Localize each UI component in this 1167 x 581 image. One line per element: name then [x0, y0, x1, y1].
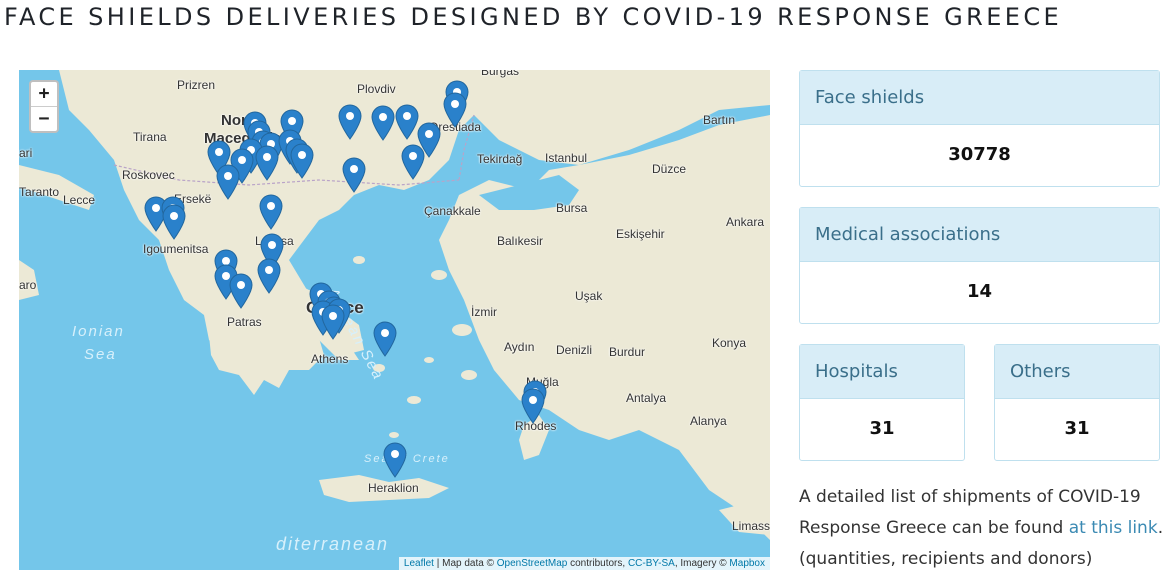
label-crotone: aro [19, 278, 37, 292]
map-basemap [19, 70, 770, 570]
leaflet-link[interactable]: Leaflet [404, 558, 434, 569]
description-note: (quantities, recipients and donors) [799, 549, 1093, 569]
delivery-marker[interactable] [443, 92, 467, 128]
label-canakkale: Çanakkale [424, 204, 481, 218]
medical-associations-card: Medical associations 14 [799, 207, 1160, 324]
medical-associations-label: Medical associations [800, 208, 1159, 262]
label-tekirdag: Tekirdağ [477, 152, 523, 166]
map-attribution: Leaflet | Map data © OpenStreetMap contr… [398, 557, 770, 570]
label-denizli: Denizli [556, 343, 593, 357]
delivery-marker[interactable] [229, 273, 253, 309]
hospitals-value: 31 [869, 418, 895, 439]
mapbox-link[interactable]: Mapbox [729, 558, 765, 569]
label-burgas: Burgas [481, 70, 520, 78]
label-tirana: Tirana [133, 130, 167, 144]
delivery-marker[interactable] [383, 442, 407, 478]
label-igoumenitsa: Igoumenitsa [143, 242, 209, 256]
delivery-marker[interactable] [521, 388, 545, 424]
license-link[interactable]: CC-BY-SA [628, 558, 675, 569]
delivery-marker[interactable] [290, 143, 314, 179]
label-bari: ari [19, 146, 33, 160]
osm-link[interactable]: OpenStreetMap [497, 558, 568, 569]
face-shields-value: 30778 [948, 144, 1011, 165]
hospitals-card: Hospitals 31 [799, 344, 965, 461]
label-balikesir: Balıkesir [497, 234, 544, 248]
attribution-text-3: , Imagery © [674, 558, 730, 569]
label-ankara: Ankara [726, 215, 765, 229]
label-mediterranean: diterranean [276, 534, 390, 554]
delivery-marker[interactable] [373, 321, 397, 357]
label-roskovec: Roskovec [122, 168, 175, 182]
label-lecce: Lecce [63, 193, 96, 207]
shipments-list-link[interactable]: at this link [1069, 518, 1158, 538]
shipments-description: A detailed list of shipments of COVID-19… [799, 482, 1164, 575]
label-konya: Konya [712, 336, 747, 350]
label-bursa: Bursa [556, 201, 588, 215]
label-aydin: Aydın [504, 340, 535, 354]
label-burdur: Burdur [609, 345, 646, 359]
face-shields-label: Face shields [800, 71, 1159, 125]
attribution-text-1: | Map data © [433, 558, 497, 569]
face-shields-card: Face shields 30778 [799, 70, 1160, 187]
label-duzce: Düzce [652, 162, 687, 176]
hospitals-label: Hospitals [800, 345, 964, 399]
zoom-in-button[interactable]: + [31, 82, 57, 106]
label-prizren: Prizren [177, 78, 216, 92]
label-ionian-sea: Sea [84, 346, 117, 363]
delivery-map[interactable]: Burgas Prizren Plovdiv North Macedonia T… [19, 70, 770, 570]
label-plovdiv: Plovdiv [357, 82, 396, 96]
delivery-marker[interactable] [338, 104, 362, 140]
label-athens: Athens [311, 352, 349, 366]
label-bartin: Bartın [703, 113, 736, 127]
delivery-marker[interactable] [401, 144, 425, 180]
others-value: 31 [1064, 418, 1090, 439]
label-heraklion: Heraklion [368, 481, 419, 495]
others-label: Others [995, 345, 1159, 399]
label-izmir: İzmir [471, 305, 497, 319]
zoom-out-button[interactable]: − [31, 106, 57, 131]
label-taranto: Taranto [19, 185, 60, 199]
delivery-marker[interactable] [395, 104, 419, 140]
delivery-marker[interactable] [162, 204, 186, 240]
label-antalya: Antalya [626, 391, 667, 405]
label-usak: Uşak [575, 289, 603, 303]
delivery-marker[interactable] [321, 304, 345, 340]
others-card: Others 31 [994, 344, 1160, 461]
page-title: FACE SHIELDS DELIVERIES DESIGNED BY COVI… [4, 3, 1063, 31]
label-alanya: Alanya [690, 414, 727, 428]
delivery-marker[interactable] [342, 157, 366, 193]
delivery-marker[interactable] [257, 258, 281, 294]
delivery-marker[interactable] [255, 145, 279, 181]
label-patras: Patras [227, 315, 262, 329]
delivery-marker[interactable] [259, 194, 283, 230]
label-ionian: Ionian [72, 323, 125, 340]
label-limassol: Limass [732, 519, 770, 533]
delivery-marker[interactable] [371, 105, 395, 141]
attribution-text-2: contributors, [567, 558, 628, 569]
zoom-control: + − [29, 80, 59, 133]
label-eskisehir: Eskişehir [616, 227, 665, 241]
medical-associations-value: 14 [966, 281, 993, 302]
label-istanbul: Istanbul [545, 151, 588, 165]
delivery-marker[interactable] [216, 164, 240, 200]
description-period: . [1157, 518, 1164, 538]
